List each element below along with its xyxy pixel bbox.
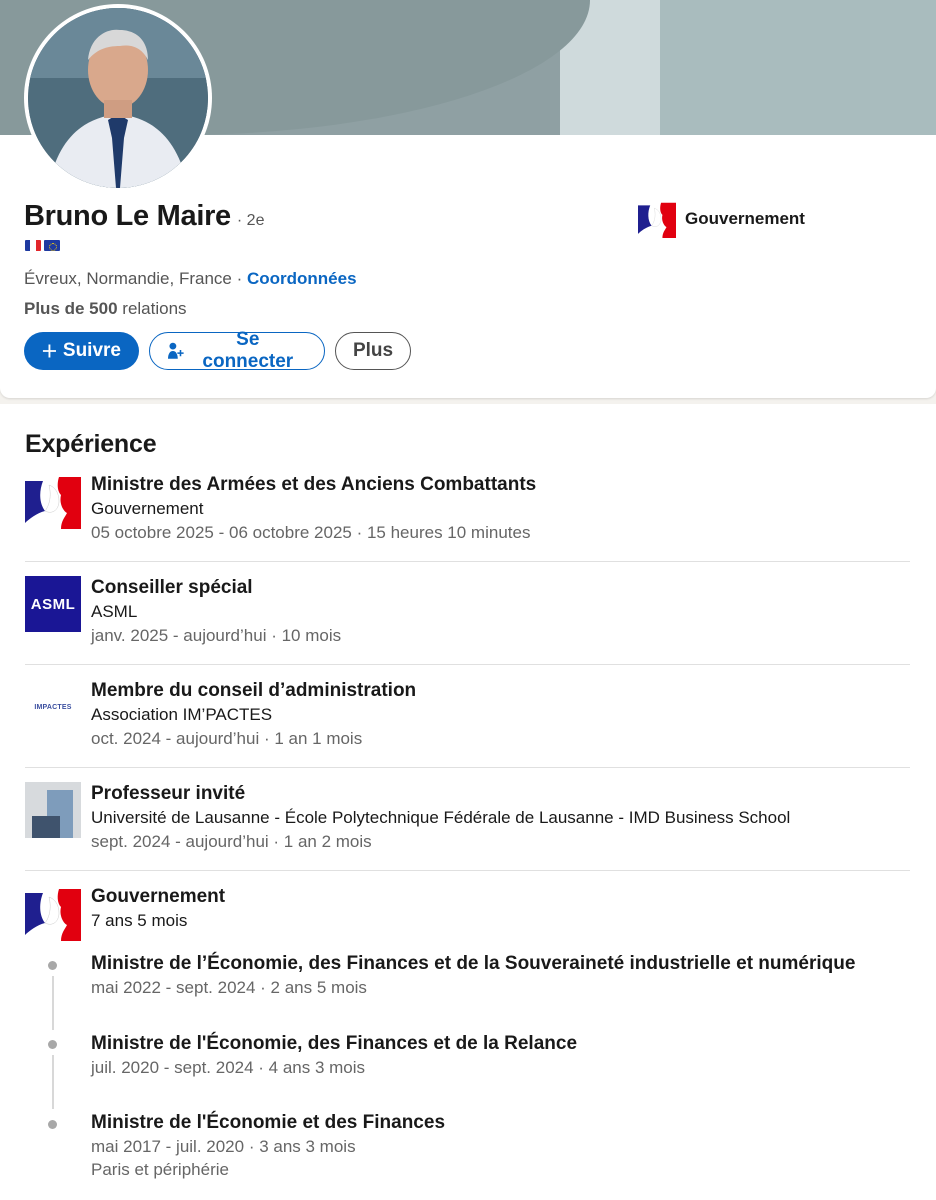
connect-button[interactable]: Se connecter [149,329,325,372]
plus-icon [42,344,56,358]
relations-bold: Plus de 500 [24,299,118,318]
impactes-logo-icon: IMPACTES [34,703,72,711]
organization: Association IM’PACTES [91,705,273,724]
experience-section: Expérience Ministre des Armées et des An… [0,404,936,1200]
timeline-dot [48,961,57,970]
current-company[interactable]: Gouvernement [638,200,805,238]
job-dates: 05 octobre 2025 - 06 octobre 2025 · 15 h… [91,523,531,542]
connection-degree: · 2e [236,212,265,229]
job-title: Ministre des Armées et des Anciens Comba… [91,474,537,495]
job-dates: mai 2022 - sept. 2024 · 2 ans 5 mois [91,978,367,997]
timeline-dot [48,1120,57,1129]
job-title: Ministre de l’Économie, des Finances et … [91,953,856,974]
job-dates: janv. 2025 - aujourd’hui · 10 mois [91,626,342,645]
gouvernement-logo-icon [638,200,676,238]
organization: Université de Lausanne - École Polytechn… [91,808,791,827]
divider [25,561,910,562]
experience-item[interactable]: IMPACTES Membre du conseil d’administrat… [25,679,910,759]
gouvernement-logo-icon [25,473,81,529]
sub-role[interactable]: Ministre de l'Économie, des Finances et … [91,1032,577,1079]
experience-item[interactable]: Professeur invité Université de Lausanne… [25,782,910,862]
eu-flag-icon [44,240,60,251]
location-row: Évreux, Normandie, France · Coordonnées [24,269,357,289]
timeline-line [52,1055,54,1109]
job-title: Ministre de l'Économie et des Finances [91,1112,446,1133]
connect-label: Se connecter [202,329,294,372]
job-dates: mai 2017 - juil. 2020 · 3 ans 3 mois [91,1137,356,1156]
name-row: Bruno Le Maire · 2e [24,200,264,233]
follow-label: Suivre [62,340,121,361]
action-buttons: Suivre Se connecter Plus [24,329,411,372]
relations-rest: relations [117,299,187,318]
profile-name: Bruno Le Maire [24,200,231,232]
job-title: Membre du conseil d’administration [91,680,417,701]
france-flag-icon [25,240,41,251]
group-duration: 7 ans 5 mois [91,911,188,930]
section-heading: Expérience [25,430,157,458]
job-title: Ministre de l'Économie, des Finances et … [91,1033,578,1054]
organization: Gouvernement [91,499,204,518]
sub-role[interactable]: Ministre de l'Économie et des Finances m… [91,1111,445,1181]
university-logo-icon [25,782,81,838]
asml-logo-icon: ASML [25,576,81,632]
separator: · [231,269,247,288]
job-location: Paris et périphérie [91,1160,229,1179]
organization: ASML [91,602,138,621]
add-person-icon [168,342,184,359]
more-label: Plus [352,340,394,361]
flag-icons [25,240,60,251]
more-button[interactable]: Plus [335,332,411,370]
profile-card: Bruno Le Maire · 2e Évreux, Normandie, F… [0,0,936,398]
company-name: Gouvernement [685,209,805,228]
job-title: Conseiller spécial [91,577,253,598]
group-organization: Gouvernement [91,886,226,907]
timeline-line [52,976,54,1030]
follow-button[interactable]: Suivre [24,332,139,370]
gouvernement-logo-icon [25,885,81,941]
timeline-dot [48,1040,57,1049]
relations-count: Plus de 500 relations [24,299,187,319]
experience-item[interactable]: Ministre des Armées et des Anciens Comba… [25,473,910,553]
job-dates: sept. 2024 - aujourd’hui · 1 an 2 mois [91,832,372,851]
divider [25,664,910,665]
job-title: Professeur invité [91,783,246,804]
divider [25,767,910,768]
location-text: Évreux, Normandie, France [24,269,232,288]
sub-role[interactable]: Ministre de l’Économie, des Finances et … [91,952,855,999]
divider [25,870,910,871]
experience-item[interactable]: ASML Conseiller spécial ASML janv. 2025 … [25,576,910,656]
job-dates: oct. 2024 - aujourd’hui · 1 an 1 mois [91,729,363,748]
experience-group-header[interactable]: Gouvernement 7 ans 5 mois [25,885,910,945]
avatar[interactable] [24,4,212,192]
contact-info-link[interactable]: Coordonnées [247,269,357,288]
profile-photo [28,8,208,188]
job-dates: juil. 2020 - sept. 2024 · 4 ans 3 mois [91,1058,366,1077]
